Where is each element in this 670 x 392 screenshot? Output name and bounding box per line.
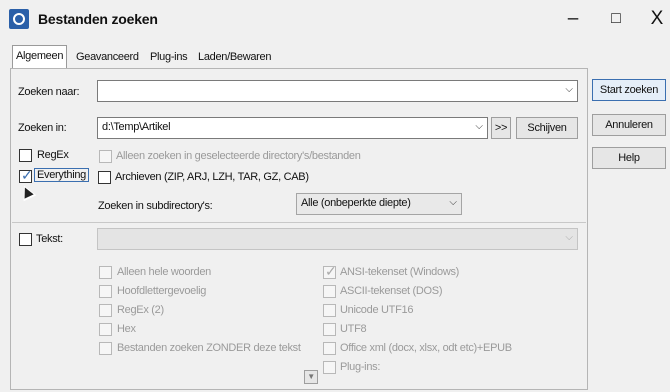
hex-label: Hex: [117, 323, 136, 335]
archives-checkbox[interactable]: [98, 171, 111, 184]
selected-only-label: Alleen zoeken in geselecteerde directory…: [116, 150, 361, 162]
close-button[interactable]: X: [637, 4, 670, 34]
start-search-button[interactable]: Start zoeken: [592, 79, 666, 101]
minimize-button[interactable]: –: [553, 4, 593, 34]
ansi-checkbox[interactable]: ✓: [323, 263, 337, 279]
tab-bar: Algemeen Geavanceerd Plug-ins Laden/Bewa…: [12, 45, 312, 69]
without-text-label: Bestanden zoeken ZONDER deze tekst: [117, 342, 301, 354]
tab-algemeen[interactable]: Algemeen: [12, 45, 68, 69]
regex-label: RegEx: [37, 149, 69, 161]
chevron-down-icon[interactable]: ⌵: [565, 232, 573, 243]
plugins-checkbox[interactable]: [323, 361, 336, 374]
subdir-label: Zoeken in subdirectory's:: [98, 200, 213, 212]
chevron-down-icon[interactable]: ⌵: [475, 121, 483, 132]
text-label: Tekst:: [36, 233, 63, 245]
without-text-checkbox[interactable]: [99, 342, 112, 355]
search-name-label: Zoeken naar:: [18, 86, 80, 98]
expand-button[interactable]: >>: [491, 117, 511, 139]
ansi-label: ANSI-tekenset (Windows): [340, 266, 460, 278]
chevron-down-icon[interactable]: ⌵: [565, 84, 573, 95]
checkmark-icon: ✓: [21, 167, 33, 183]
cancel-button[interactable]: Annuleren: [592, 114, 666, 136]
ascii-checkbox[interactable]: [323, 285, 336, 298]
case-sensitive-label: Hoofdlettergevoelig: [117, 285, 207, 297]
archives-label: Archieven (ZIP, ARJ, LZH, TAR, GZ, CAB): [115, 171, 309, 183]
help-button[interactable]: Help: [592, 147, 666, 169]
everything-checkbox[interactable]: ✓: [19, 167, 33, 183]
selected-only-checkbox[interactable]: [99, 150, 112, 163]
plugins-label: Plug-ins:: [340, 361, 381, 373]
search-in-input[interactable]: d:\Temp\Artikel ⌵: [97, 117, 488, 139]
search-in-label: Zoeken in:: [18, 122, 67, 134]
utf16-label: Unicode UTF16: [340, 304, 414, 316]
tab-laden-bewaren[interactable]: Laden/Bewaren: [198, 47, 271, 67]
text-checkbox[interactable]: [19, 233, 32, 246]
maximize-button[interactable]: □: [596, 4, 636, 34]
utf16-checkbox[interactable]: [323, 304, 336, 317]
office-xml-checkbox[interactable]: [323, 342, 336, 355]
drives-button[interactable]: Schijven: [516, 117, 578, 139]
text-input[interactable]: ⌵: [97, 228, 578, 250]
checkmark-icon: ✓: [325, 263, 337, 279]
tab-geavanceerd[interactable]: Geavanceerd: [76, 47, 139, 67]
office-xml-label: Office xml (docx, xlsx, odt etc)+EPUB: [340, 342, 512, 354]
whole-words-label: Alleen hele woorden: [117, 266, 211, 278]
expand-arrow-button[interactable]: ▼: [304, 370, 318, 384]
section-separator: [12, 222, 586, 223]
tab-plugins[interactable]: Plug-ins: [150, 47, 188, 67]
whole-words-checkbox[interactable]: [99, 266, 112, 279]
everything-label: Everything: [34, 168, 89, 182]
search-name-input[interactable]: ⌵: [97, 80, 578, 102]
subdir-select[interactable]: Alle (onbeperkte diepte) ⌵: [296, 193, 462, 215]
utf8-label: UTF8: [340, 323, 367, 335]
ascii-label: ASCII-tekenset (DOS): [340, 285, 443, 297]
hex-checkbox[interactable]: [99, 323, 112, 336]
case-sensitive-checkbox[interactable]: [99, 285, 112, 298]
subdir-value: Alle (onbeperkte diepte): [301, 197, 411, 209]
window-title: Bestanden zoeken: [38, 11, 158, 27]
regex2-checkbox[interactable]: [99, 304, 112, 317]
regex2-label: RegEx (2): [117, 304, 164, 316]
search-in-value: d:\Temp\Artikel: [102, 121, 171, 133]
utf8-checkbox[interactable]: [323, 323, 336, 336]
app-icon: [9, 9, 29, 29]
chevron-down-icon[interactable]: ⌵: [449, 197, 457, 208]
regex-checkbox[interactable]: [19, 149, 32, 162]
